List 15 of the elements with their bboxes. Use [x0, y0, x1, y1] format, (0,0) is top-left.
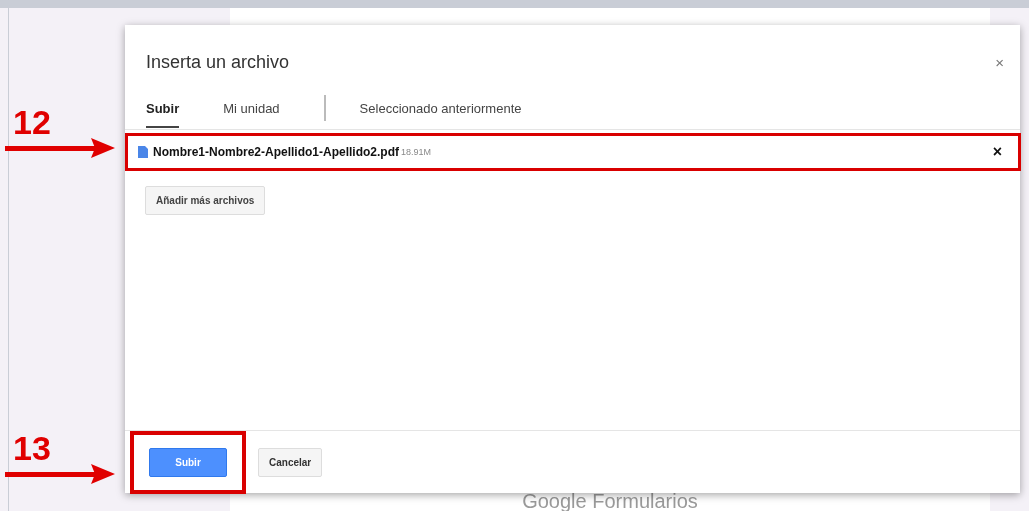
document-icon [138, 146, 148, 158]
file-name: Nombre1-Nombre2-Apellido1-Apellido2.pdf [153, 145, 400, 159]
remove-button[interactable]: × [992, 143, 1002, 161]
close-button[interactable]: × [995, 53, 1004, 71]
tab[interactable]: Seleccionado anteriormente [359, 88, 522, 128]
step-number: 13 [13, 432, 52, 464]
cancel-button[interactable]: Cancelar [258, 447, 323, 477]
dialog-title: Inserta un archivo [146, 51, 290, 73]
tab[interactable]: Subir [146, 88, 180, 128]
file-size: 18.91M [401, 147, 432, 157]
tab[interactable]: Mi unidad [223, 88, 280, 128]
arrow-icon [5, 464, 115, 484]
add-more-files-button[interactable]: Añadir más archivos [145, 186, 266, 215]
step-number: 12 [13, 106, 52, 138]
arrow-icon [5, 138, 115, 158]
